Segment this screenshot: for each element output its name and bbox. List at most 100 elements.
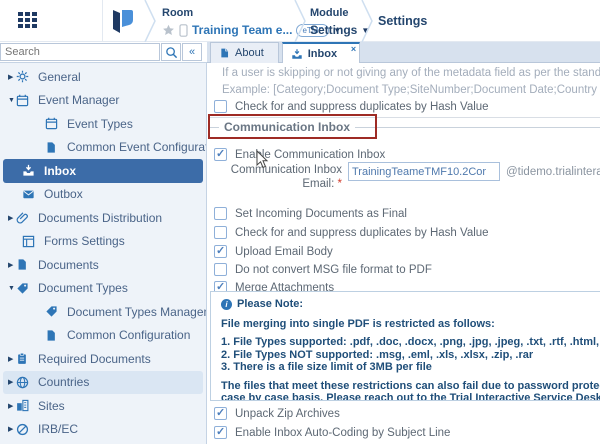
tag-icon	[16, 282, 29, 295]
checkbox[interactable]	[214, 245, 227, 258]
note-item: 3. There is a file size limit of 3MB per…	[221, 361, 600, 374]
collapse-sidebar-button[interactable]: «	[182, 43, 202, 61]
sidebar-item-outbox[interactable]: Outbox	[3, 183, 203, 207]
room-name[interactable]: Training Team e...	[192, 23, 292, 37]
sidebar-item-required-documents[interactable]: ▶ Required Documents	[3, 347, 203, 371]
checkbox-label: Unpack Zip Archives	[235, 408, 340, 420]
breadcrumb-chevron	[360, 0, 374, 42]
sidebar-item-event-types[interactable]: Event Types	[3, 112, 203, 136]
sub-bar: « About Inbox ×	[0, 42, 600, 63]
checkbox-label: Upload Email Body	[235, 246, 333, 258]
checkbox[interactable]	[214, 226, 227, 239]
chevron-right-icon[interactable]: ▶	[3, 73, 16, 81]
chevron-right-icon[interactable]: ▶	[3, 355, 16, 363]
sidebar-item-label: IRB/EC	[38, 422, 78, 436]
chevron-right-icon[interactable]: ▶	[3, 425, 16, 433]
note-title: Please Note:	[237, 298, 303, 311]
chevron-right-icon[interactable]: ▶	[3, 402, 16, 410]
search-button[interactable]	[161, 43, 181, 61]
section-title: Communication Inbox	[219, 120, 355, 134]
sidebar-search: «	[0, 42, 207, 63]
sidebar-item-label: Event Types	[67, 117, 133, 131]
checkbox-label: Check for and suppress duplicates by Has…	[235, 101, 489, 113]
section-legend: Communication Inbox	[208, 120, 600, 134]
document-icon	[16, 258, 28, 271]
favorite-star-icon[interactable]	[162, 24, 175, 37]
checkbox[interactable]	[214, 207, 227, 220]
document-icon	[219, 47, 230, 59]
mail-icon	[22, 188, 35, 200]
breadcrumb-chevron	[143, 0, 157, 42]
chevron-down-icon[interactable]: ▼	[3, 97, 16, 104]
metadata-help-text: If a user is skipping or not giving any …	[222, 67, 600, 79]
globe-icon	[16, 376, 29, 389]
inbox-icon	[291, 48, 303, 60]
breadcrumb-chevron	[293, 0, 307, 42]
please-note-box: i Please Note: File merging into single …	[210, 291, 600, 401]
calendar-icon	[45, 117, 58, 130]
sidebar-item-general[interactable]: ▶ General	[3, 65, 203, 89]
sidebar-item-label: Outbox	[44, 187, 83, 201]
sidebar-item-document-types-management[interactable]: Document Types Management	[3, 300, 203, 324]
sidebar-item-sites[interactable]: ▶ Sites	[3, 394, 203, 418]
inbox-icon	[22, 164, 35, 177]
app-launcher-button[interactable]	[18, 12, 40, 32]
sidebar-item-document-types[interactable]: ▼ Document Types	[3, 277, 203, 301]
tab-inbox[interactable]: Inbox ×	[282, 42, 360, 63]
mobile-icon	[179, 24, 188, 37]
checkbox-label: Do not convert MSG file format to PDF	[235, 264, 432, 276]
checkbox-label: Check for and suppress duplicates by Has…	[235, 227, 489, 239]
sidebar-item-countries[interactable]: ▶ Countries	[3, 371, 203, 395]
search-input[interactable]	[0, 43, 160, 61]
sidebar-item-label: Document Types	[38, 281, 128, 295]
chevron-down-icon[interactable]: ▼	[3, 285, 16, 292]
sidebar-item-common-event-configuration[interactable]: Common Event Configuration	[3, 136, 203, 160]
sidebar-item-forms-settings[interactable]: Forms Settings	[3, 230, 203, 254]
sidebar-item-label: Documents Distribution	[38, 211, 162, 225]
tab-about[interactable]: About	[210, 42, 279, 63]
sidebar-item-label: Event Manager	[38, 93, 119, 107]
sidebar-item-event-manager[interactable]: ▼ Event Manager	[3, 89, 203, 113]
app-logo[interactable]	[110, 8, 136, 41]
email-field-label: Communication Inbox Email: *	[214, 163, 342, 191]
section-divider	[208, 117, 600, 118]
app-header: Room Training Team e... eTMF ▼ Module Se…	[0, 0, 600, 42]
checkbox-row-hash-comm: Check for and suppress duplicates by Has…	[214, 226, 489, 239]
note-item: 1. File Types supported: .pdf, .doc, .do…	[221, 336, 600, 349]
sidebar-item-label: General	[38, 70, 81, 84]
close-tab-icon[interactable]: ×	[351, 44, 356, 54]
tag-icon	[45, 305, 58, 318]
grid-icon	[18, 12, 40, 32]
sidebar-item-inbox[interactable]: Inbox	[3, 159, 203, 183]
sidebar-item-label: Inbox	[44, 164, 76, 178]
sidebar-item-documents[interactable]: ▶ Documents	[3, 253, 203, 277]
checkbox-label: Set Incoming Documents as Final	[235, 208, 407, 220]
checkbox-row-hash-top: Check for and suppress duplicates by Has…	[214, 100, 489, 113]
calendar-icon	[16, 94, 29, 107]
chevron-right-icon[interactable]: ▶	[3, 261, 16, 269]
document-icon	[45, 141, 57, 154]
paperclip-icon	[16, 211, 29, 224]
checkbox[interactable]	[214, 263, 227, 276]
settings-panel: If a user is skipping or not giving any …	[208, 63, 600, 444]
sidebar-item-label: Common Event Configuration	[67, 140, 207, 154]
checkbox[interactable]	[214, 426, 227, 439]
chevron-right-icon[interactable]: ▶	[3, 378, 16, 386]
communication-inbox-email-input[interactable]	[348, 162, 500, 181]
checkbox-row-upload-email-body: Upload Email Body	[214, 245, 333, 258]
checkbox[interactable]	[214, 100, 227, 113]
clipboard-icon	[16, 352, 28, 365]
checkbox[interactable]	[214, 148, 227, 161]
sidebar-item-common-configuration[interactable]: Common Configuration	[3, 324, 203, 348]
sidebar-item-label: Countries	[38, 375, 89, 389]
sidebar-item-label: Document Types Management	[67, 305, 207, 319]
note-footer: The files that meet these restrictions c…	[221, 380, 600, 393]
checkbox[interactable]	[214, 407, 227, 420]
chevron-right-icon[interactable]: ▶	[3, 214, 16, 222]
sidebar-item-label: Common Configuration	[67, 328, 190, 342]
module-value[interactable]: Settings	[310, 23, 357, 37]
sidebar-item-label: Required Documents	[38, 352, 151, 366]
email-domain-suffix: @tidemo.trialinteractive.com	[506, 166, 600, 178]
sidebar-item-documents-distribution[interactable]: ▶ Documents Distribution	[3, 206, 203, 230]
sidebar-item-irb-ec[interactable]: ▶ IRB/EC	[3, 418, 203, 442]
